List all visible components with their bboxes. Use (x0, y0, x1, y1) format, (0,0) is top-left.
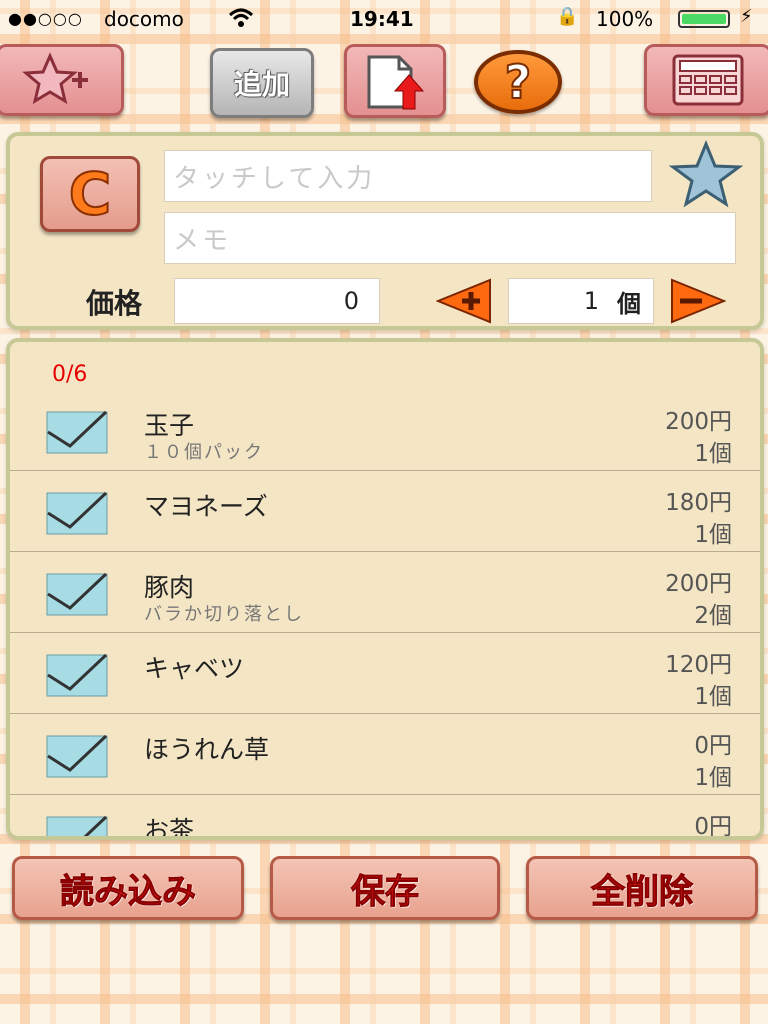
upload-button[interactable] (344, 44, 446, 118)
clear-button[interactable]: C (40, 156, 140, 232)
checkbox-icon[interactable] (46, 730, 108, 778)
increment-button[interactable] (436, 278, 492, 324)
battery-percent: 100% (596, 7, 654, 31)
help-button[interactable]: ? (474, 50, 562, 114)
quantity-input[interactable]: 1 個 (508, 278, 654, 324)
save-button[interactable]: 保存 (270, 856, 500, 920)
wifi-icon (228, 5, 254, 36)
item-name: マヨネーズ (144, 492, 268, 521)
clear-button-label: C (68, 160, 113, 228)
item-memo: バラか切り落とし (144, 604, 304, 625)
checkbox-icon[interactable] (46, 649, 108, 697)
item-name: お茶 (144, 816, 195, 840)
shopping-list-panel: 0/6 玉子 １０個パック 200円 1個 マヨネーズ 180円 1個 豚肉 バ… (6, 338, 764, 840)
item-price: 200円 (665, 571, 732, 597)
item-name-input[interactable]: タッチして入力 (164, 150, 652, 202)
list-item[interactable]: ほうれん草 0円 1個 (10, 714, 760, 795)
delete-all-button[interactable]: 全削除 (526, 856, 758, 920)
item-quantity: 1個 (694, 522, 732, 548)
signal-strength: ●●○○○ (8, 9, 83, 28)
price-input[interactable]: 0 (174, 278, 380, 324)
price-label: 価格 (86, 287, 143, 320)
shopping-list: 玉子 １０個パック 200円 1個 マヨネーズ 180円 1個 豚肉 バラか切り… (10, 390, 760, 840)
save-button-label: 保存 (351, 871, 420, 912)
calculator-button[interactable] (644, 44, 768, 116)
charging-icon: ⚡ (740, 6, 753, 27)
item-quantity: 1個 (694, 765, 732, 791)
quantity-unit: 個 (617, 289, 641, 318)
add-button[interactable]: 追加 (210, 48, 314, 118)
add-button-label: 追加 (233, 68, 290, 101)
calculator-icon (672, 54, 744, 106)
item-name: キャベツ (144, 654, 245, 683)
item-name: 豚肉 (144, 573, 195, 602)
item-price: 180円 (665, 490, 732, 516)
list-item[interactable]: お茶 0円 (10, 795, 760, 840)
favorites-button[interactable] (0, 44, 124, 116)
item-quantity: 1個 (694, 441, 732, 467)
list-item[interactable]: キャベツ 120円 1個 (10, 633, 760, 714)
clock: 19:41 (350, 7, 414, 31)
item-name: ほうれん草 (144, 735, 270, 764)
item-price: 0円 (694, 814, 732, 840)
input-panel: C タッチして入力 メモ 価格 0 1 個 (6, 132, 764, 330)
list-item[interactable]: 豚肉 バラか切り落とし 200円 2個 (10, 552, 760, 633)
help-icon: ? (504, 54, 533, 110)
checkbox-icon[interactable] (46, 811, 108, 840)
checkbox-icon[interactable] (46, 487, 108, 535)
item-quantity: 1個 (694, 684, 732, 710)
star-icon[interactable] (666, 140, 746, 210)
quantity-value: 1 (583, 287, 599, 315)
decrement-button[interactable] (670, 278, 726, 324)
item-price: 200円 (665, 409, 732, 435)
item-price: 0円 (694, 733, 732, 759)
status-bar: ●●○○○ docomo 19:41 🔒 100% ⚡ (0, 0, 768, 40)
item-name: 玉子 (144, 411, 195, 440)
list-item[interactable]: 玉子 １０個パック 200円 1個 (10, 390, 760, 471)
rotation-lock-icon: 🔒 (556, 6, 579, 27)
star-plus-icon (22, 52, 88, 105)
checkbox-icon[interactable] (46, 406, 108, 454)
item-price: 120円 (665, 652, 732, 678)
item-memo: １０個パック (144, 442, 264, 463)
battery-icon (678, 10, 730, 28)
load-button[interactable]: 読み込み (12, 856, 244, 920)
list-item[interactable]: マヨネーズ 180円 1個 (10, 471, 760, 552)
item-quantity: 2個 (694, 603, 732, 629)
load-button-label: 読み込み (60, 871, 197, 912)
checked-counter: 0/6 (52, 362, 88, 387)
checkbox-icon[interactable] (46, 568, 108, 616)
delete-all-button-label: 全削除 (591, 871, 694, 912)
upload-document-icon (367, 55, 425, 110)
carrier-name: docomo (104, 7, 184, 31)
memo-input[interactable]: メモ (164, 212, 736, 264)
